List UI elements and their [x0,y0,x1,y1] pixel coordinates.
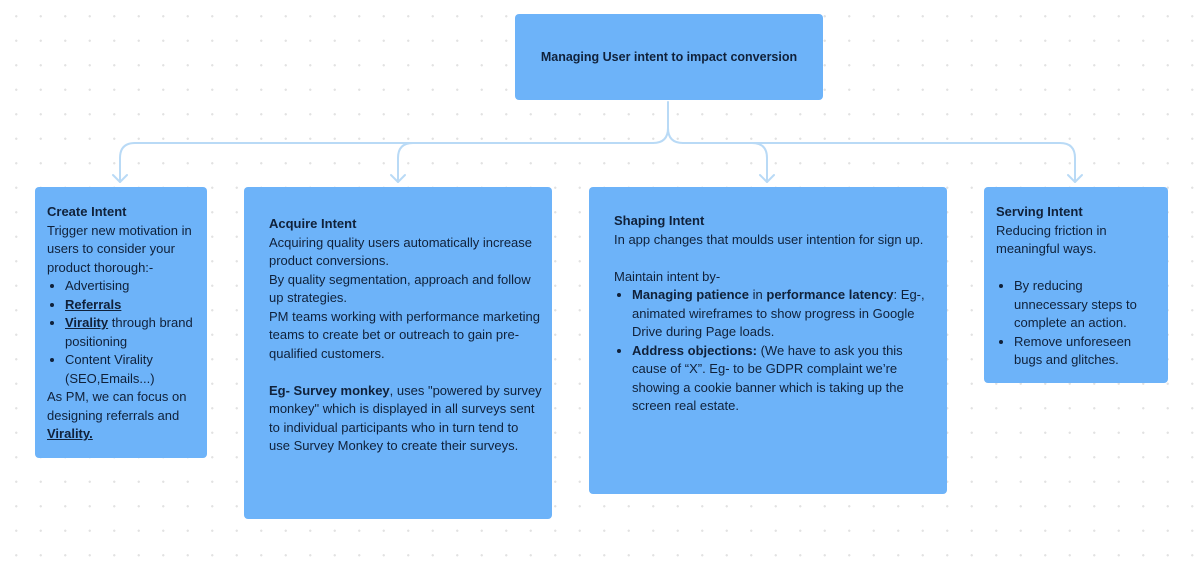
list-item: Referrals [65,296,197,315]
list-item-emphasis: Virality [65,315,109,330]
list-item-emphasis: Address objections: [632,342,757,358]
node-bullet-list: By reducing unnecessary steps to complet… [996,277,1158,370]
root-node-title: Managing User intent to impact conversio… [540,49,798,64]
connector-to-create [119,142,654,183]
node-title: Acquire Intent [269,216,357,231]
connector-to-shaping [682,142,768,183]
list-item-emphasis: Referrals [65,296,122,312]
node-intro: Reducing friction in meaningful ways. [996,222,1107,257]
list-item-text: Advertising [65,278,130,293]
node-example: Eg- Survey monkey, uses "powered by surv… [269,382,542,456]
node-shaping-intent[interactable]: Shaping Intent In app changes that mould… [589,187,947,494]
list-item-emphasis: Managing patience [632,287,750,302]
node-paragraph: By quality segmentation, approach and fo… [269,271,531,306]
node-create-intent[interactable]: Create Intent Trigger new motivation in … [35,187,207,458]
node-bullet-list: Managing patience in performance latency… [614,286,937,416]
node-serving-intent[interactable]: Serving Intent Reducing friction in mean… [984,187,1168,383]
list-item: Address objections: (We have to ask you … [632,342,937,416]
list-item-emphasis: performance latency [766,287,894,302]
node-paragraph: Acquiring quality users automatically in… [269,234,533,269]
list-item: Virality through brand positioning [65,314,197,351]
node-title: Create Intent [47,204,127,219]
list-item: Content Virality (SEO,Emails...) [65,351,197,388]
list-item: Managing patience in performance latency… [632,286,937,342]
connector-to-acquire [397,142,414,183]
node-outro: As PM, we can focus on designing referra… [47,388,197,444]
node-outro-text: As PM, we can focus on designing referra… [47,389,187,423]
node-title: Shaping Intent [614,213,705,228]
connector-trunk [652,101,669,144]
list-item-text: in [749,287,767,302]
list-item: By reducing unnecessary steps to complet… [1014,277,1158,333]
node-outro-emphasis: Virality. [47,426,93,441]
node-lead: Maintain intent by- [614,268,721,284]
list-item-text: Content Virality (SEO,Emails...) [65,352,155,386]
node-bullet-list: Advertising Referrals Virality through b… [47,277,197,388]
list-item: Remove unforeseen bugs and glitches. [1014,333,1158,370]
list-item: Advertising [65,277,197,296]
node-acquire-intent[interactable]: Acquire Intent Acquiring quality users a… [244,187,552,519]
node-title: Serving Intent [996,204,1083,219]
node-paragraph: PM teams working with performance market… [269,308,540,361]
node-example-emphasis: Eg- Survey monkey [269,382,390,398]
root-node[interactable]: Managing User intent to impact conversio… [515,14,823,100]
connector-to-serving [751,142,1076,183]
node-intro: In app changes that moulds user intentio… [614,231,924,247]
node-intro: Trigger new motivation in users to consi… [47,222,192,275]
connector-trunk-right [667,127,684,144]
